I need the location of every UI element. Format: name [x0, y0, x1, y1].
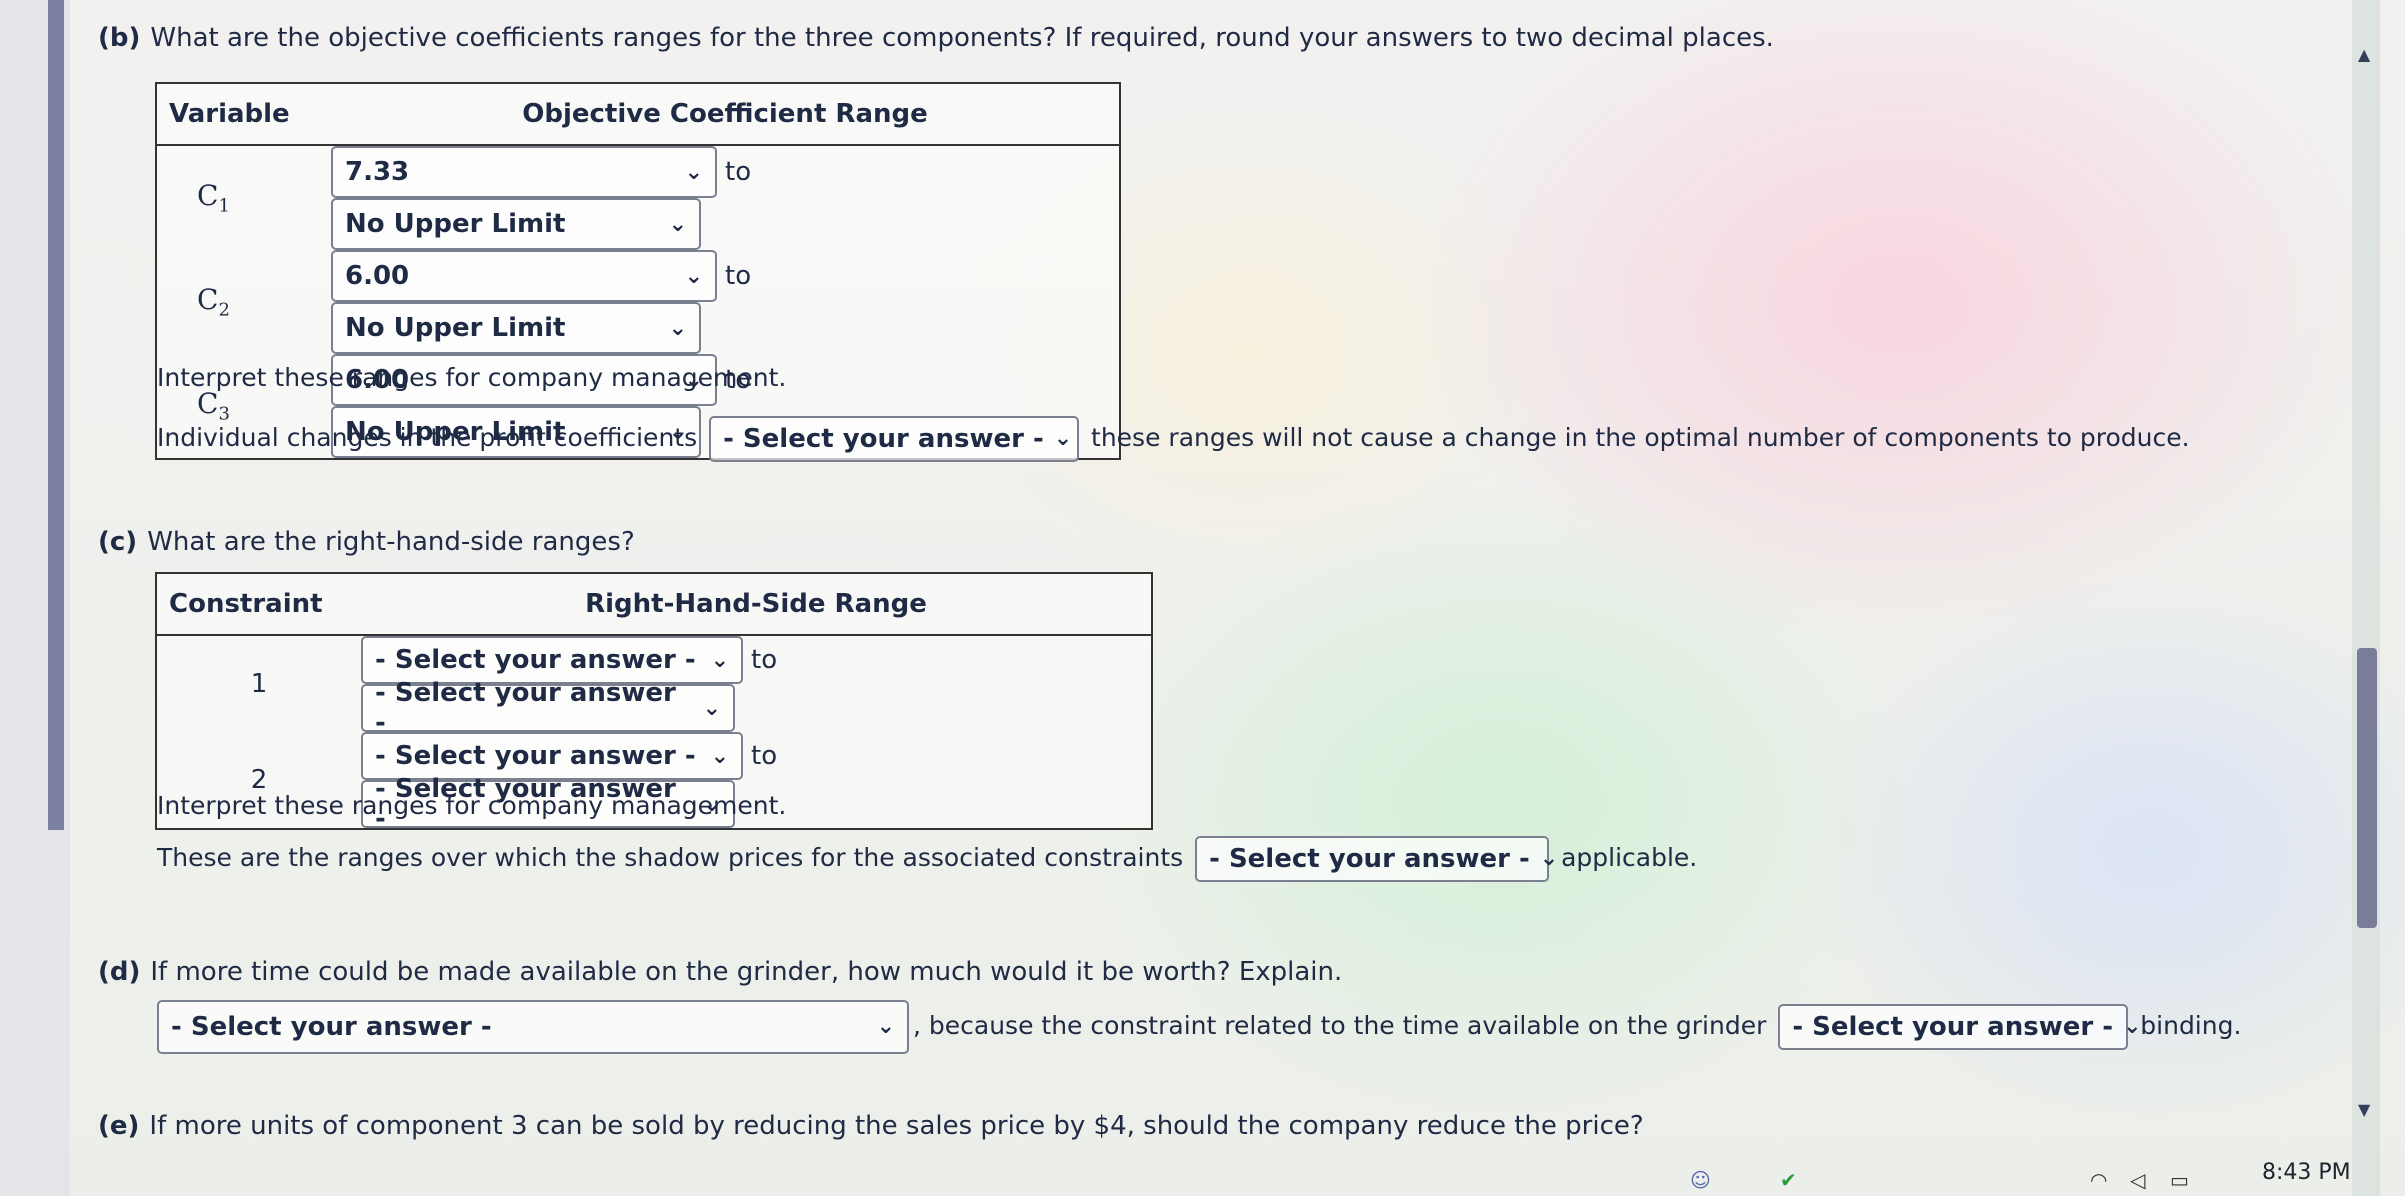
shadow-price-select[interactable]: - Select your answer - ⌄: [1195, 836, 1558, 882]
question-d: (d) If more time could be made available …: [98, 956, 1342, 988]
to-label: to: [725, 261, 752, 291]
wifi-icon[interactable]: ◠: [2090, 1168, 2107, 1192]
question-d-text: If more time could be made available on …: [150, 957, 1343, 987]
sentence-b: Individual changes in the profit coeffic…: [157, 416, 2190, 462]
profit-coefficient-select[interactable]: - Select your answer - ⌄: [709, 416, 1080, 462]
question-d-label: (d): [98, 957, 141, 987]
question-c-label: (c): [98, 527, 138, 557]
to-label: to: [751, 645, 778, 675]
constraint-2-lower-select[interactable]: - Select your answer - ⌄: [361, 732, 743, 780]
question-b-text: What are the objective coefficients rang…: [150, 23, 1774, 53]
question-b-label: (b): [98, 23, 141, 53]
grinder-binding-select[interactable]: - Select your answer - ⌄: [1778, 1004, 2141, 1050]
c2-lower-select[interactable]: 6.00 ⌄: [331, 250, 717, 302]
table-row: C1 7.33 ⌄ to No Upper Limit ⌄: [156, 145, 1120, 250]
chevron-down-icon: ⌄: [710, 647, 729, 673]
c1-upper-select[interactable]: No Upper Limit ⌄: [331, 198, 701, 250]
chevron-down-icon: ⌄: [702, 695, 721, 721]
header-rhs-range: Right-Hand-Side Range: [361, 573, 1152, 636]
scrollbar-track[interactable]: [2352, 0, 2380, 1196]
sentence-c: These are the ranges over which the shad…: [157, 836, 1697, 882]
constraint-1-lower-select[interactable]: - Select your answer - ⌄: [361, 636, 743, 684]
to-label: to: [725, 157, 752, 187]
to-label: to: [751, 741, 778, 771]
scrollbar-thumb[interactable]: [2357, 648, 2377, 928]
variable-c2: C2: [197, 283, 230, 321]
constraint-number: 1: [250, 669, 268, 699]
left-scroll-bar[interactable]: [48, 0, 64, 830]
constraint-1-upper-select[interactable]: - Select your answer - ⌄: [361, 678, 735, 738]
left-rail: [0, 0, 70, 1196]
header-objective-range: Objective Coefficient Range: [331, 83, 1120, 146]
scroll-up-icon[interactable]: ▲: [2358, 45, 2370, 64]
table-row: 1 - Select your answer - ⌄ to - Select your…: [156, 635, 1152, 738]
scroll-down-icon[interactable]: ▼: [2358, 1100, 2370, 1119]
grinder-worth-select[interactable]: - Select your answer - ⌄: [157, 1000, 909, 1054]
battery-icon[interactable]: ▭: [2170, 1168, 2189, 1192]
variable-c1: C1: [197, 179, 230, 217]
chevron-down-icon: ⌄: [668, 315, 687, 341]
chevron-down-icon: ⌄: [710, 743, 729, 769]
chevron-down-icon: ⌄: [876, 1014, 895, 1039]
sentence-d: - Select your answer - ⌄, because the con…: [157, 1000, 2241, 1054]
question-e-label: (e): [98, 1111, 140, 1141]
taskbar-clock: 8:43 PM: [2262, 1160, 2351, 1185]
chevron-down-icon: ⌄: [2123, 1014, 2142, 1039]
objective-coefficient-table: Variable Objective Coefficient Range C1 …: [155, 82, 1121, 460]
question-b: (b) What are the objective coefficients r…: [98, 22, 1774, 54]
chevron-down-icon: ⌄: [668, 211, 687, 237]
emoji-icon[interactable]: ☺: [1690, 1168, 1711, 1192]
volume-icon[interactable]: ◁: [2130, 1168, 2145, 1192]
c2-upper-select[interactable]: No Upper Limit ⌄: [331, 302, 701, 354]
interpret-c: Interpret these ranges for company manag…: [157, 791, 787, 820]
question-e: (e) If more units of component 3 can be s…: [98, 1110, 1644, 1142]
header-variable: Variable: [156, 83, 331, 146]
header-constraint: Constraint: [156, 573, 361, 636]
question-c: (c) What are the right-hand-side ranges?: [98, 526, 635, 558]
interpret-b: Interpret these ranges for company manag…: [157, 363, 787, 392]
c1-lower-select[interactable]: 7.33 ⌄: [331, 146, 717, 198]
check-icon[interactable]: ✔: [1780, 1168, 1797, 1192]
table-row: C2 6.00 ⌄ to No Upper Limit ⌄: [156, 250, 1120, 354]
chevron-down-icon: ⌄: [684, 159, 703, 185]
chevron-down-icon: ⌄: [1539, 846, 1559, 871]
question-e-text: If more units of component 3 can be sold…: [149, 1111, 1644, 1141]
chevron-down-icon: ⌄: [684, 263, 703, 289]
question-c-text: What are the right-hand-side ranges?: [147, 527, 635, 557]
chevron-down-icon: ⌄: [1053, 426, 1073, 451]
